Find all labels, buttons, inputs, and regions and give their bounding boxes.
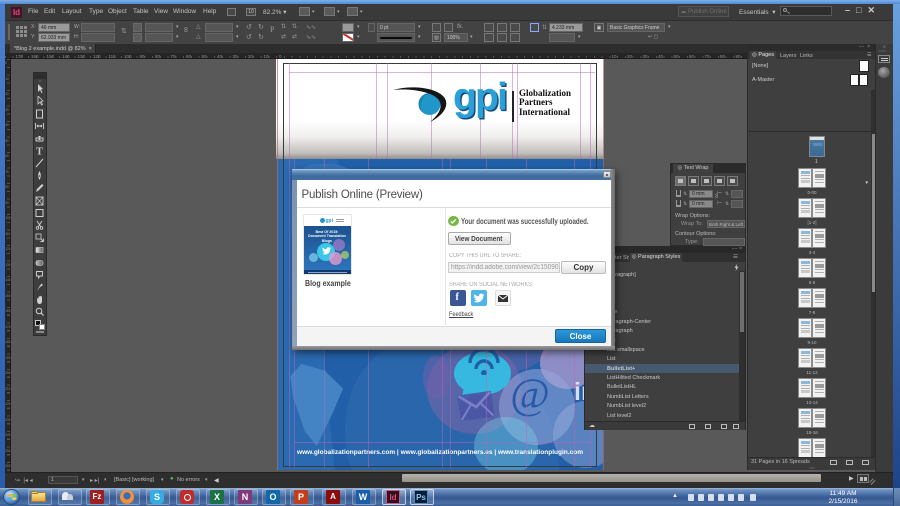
svg-text:T: T bbox=[36, 147, 43, 157]
